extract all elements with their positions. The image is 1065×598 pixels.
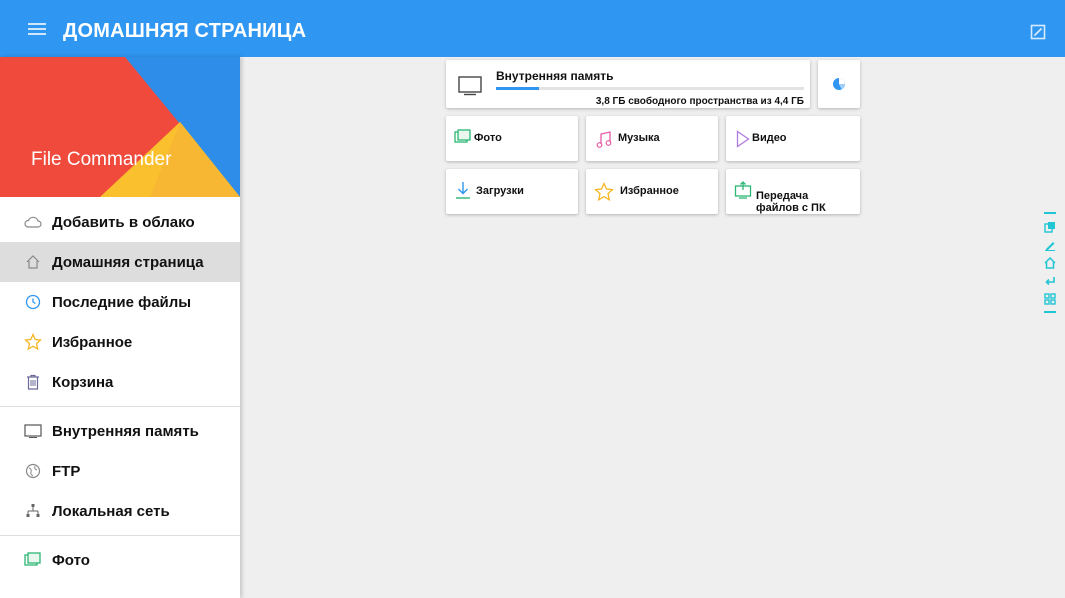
sidebar-item-label: FTP — [52, 462, 81, 480]
pie-chart-icon — [832, 77, 846, 96]
sidebar-item-favorites[interactable]: Избранное — [0, 322, 240, 362]
storage-label: Внутренняя память — [496, 69, 614, 83]
hamburger-icon[interactable] — [28, 21, 50, 37]
drawer-header: File Commander — [0, 57, 240, 197]
star-icon — [24, 333, 42, 351]
tile-music[interactable]: Музыка — [586, 116, 718, 161]
sidebar-item-recent[interactable]: Последние файлы — [0, 282, 240, 322]
sidebar-item-trash[interactable]: Корзина — [0, 362, 240, 402]
back-icon[interactable] — [1044, 275, 1056, 287]
copy-icon[interactable] — [1044, 221, 1056, 233]
music-icon — [596, 131, 612, 154]
sidebar-item-ftp[interactable]: FTP — [0, 451, 240, 491]
sidebar-item-label: Локальная сеть — [52, 502, 170, 520]
main-content: Внутренняя память 3,8 ГБ свободного прос… — [240, 57, 1065, 598]
storage-usage-fill — [496, 87, 540, 90]
storage-card[interactable]: Внутренняя память 3,8 ГБ свободного прос… — [446, 60, 810, 108]
rail-top-handle[interactable] — [1044, 212, 1056, 215]
storage-free-text: 3,8 ГБ свободного пространства из 4,4 ГБ — [595, 96, 804, 107]
pc-transfer-icon — [734, 181, 752, 204]
network-icon — [24, 502, 42, 520]
app-bar: ДОМАШНЯЯ СТРАНИЦА — [0, 0, 1065, 57]
grid-view-icon[interactable] — [1044, 293, 1056, 305]
tile-photos[interactable]: Фото — [446, 116, 578, 161]
monitor-icon — [24, 422, 42, 440]
globe-icon — [24, 462, 42, 480]
brand-logo — [0, 57, 240, 197]
page-title: ДОМАШНЯЯ СТРАНИЦА — [63, 20, 307, 42]
storage-usage-bar — [496, 87, 804, 90]
tile-downloads[interactable]: Загрузки — [446, 169, 578, 214]
tile-pc-transfer[interactable]: Передача файлов с ПК — [726, 169, 860, 214]
tile-label: Фото — [474, 132, 502, 144]
video-icon — [736, 130, 750, 153]
pencil-icon[interactable] — [1044, 239, 1056, 251]
tile-label: Передача — [756, 190, 809, 202]
photo-icon — [24, 551, 42, 569]
sidebar-item-label: Домашняя страница — [52, 253, 204, 271]
photo-icon — [454, 129, 472, 150]
app-name: File Commander — [31, 149, 172, 170]
sidebar-item-label: Корзина — [52, 373, 114, 391]
tile-video[interactable]: Видео — [726, 116, 860, 161]
home-icon[interactable] — [1044, 257, 1056, 269]
quick-access-rail — [1042, 212, 1058, 320]
tile-label: Видео — [752, 132, 787, 144]
sidebar-item-internal-storage[interactable]: Внутренняя память — [0, 411, 240, 451]
sidebar-item-label: Добавить в облако — [52, 213, 195, 231]
tile-label: файлов с ПК — [756, 202, 826, 214]
tile-label: Загрузки — [476, 185, 524, 197]
tile-label: Музыка — [618, 132, 660, 144]
sidebar-item-label: Фото — [52, 551, 90, 569]
cloud-icon — [24, 213, 42, 231]
storage-analyzer-button[interactable] — [818, 60, 860, 108]
sidebar-item-add-cloud[interactable]: Добавить в облако — [0, 202, 240, 242]
sidebar-item-label: Избранное — [52, 333, 133, 351]
tile-label: Избранное — [620, 185, 679, 197]
star-icon — [593, 181, 615, 207]
sidebar-item-home[interactable]: Домашняя страница — [0, 242, 240, 282]
tile-favorites[interactable]: Избранное — [586, 169, 718, 214]
clock-icon — [24, 293, 42, 311]
sidebar-item-photos[interactable]: Фото — [0, 540, 240, 580]
download-icon — [454, 181, 472, 206]
rail-bottom-handle[interactable] — [1044, 311, 1056, 314]
edit-icon[interactable] — [1030, 24, 1046, 40]
sidebar-item-label: Внутренняя память — [52, 422, 199, 440]
sidebar-item-local-network[interactable]: Локальная сеть — [0, 491, 240, 531]
sidebar-item-label: Последние файлы — [52, 293, 192, 311]
monitor-icon — [458, 76, 482, 101]
trash-icon — [24, 373, 42, 391]
home-icon — [24, 253, 42, 271]
navigation-drawer: File Commander Добавить в облако Домашня… — [0, 57, 240, 598]
